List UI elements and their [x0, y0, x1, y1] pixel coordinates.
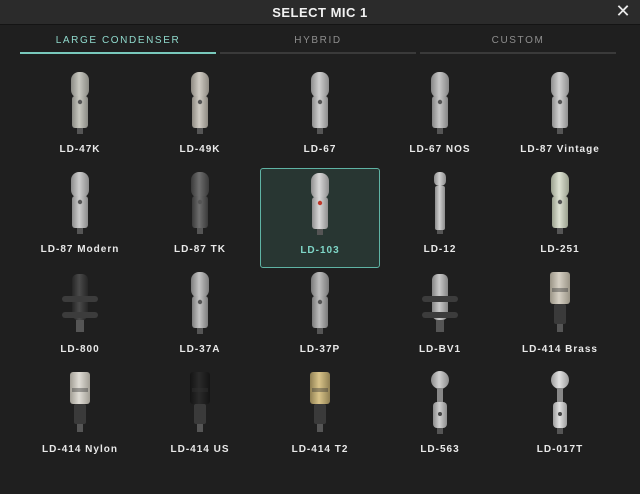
mic-label: LD-12	[423, 244, 457, 255]
tube-mic-icon	[290, 264, 350, 336]
mic-label: LD-103	[300, 245, 340, 256]
mic-label: LD-414 Brass	[522, 344, 598, 355]
tube-mic-icon	[290, 165, 350, 237]
mic-label: LD-414 US	[170, 444, 230, 455]
ball-head-mic-icon	[530, 364, 590, 436]
mic-option-ld-800[interactable]: LD-800	[20, 264, 140, 364]
mic-label: LD-87 Modern	[40, 244, 120, 255]
mic-option-ld-103[interactable]: LD-103	[260, 168, 380, 268]
mic-label: LD-414 Nylon	[42, 444, 118, 455]
square-head-mic-icon	[50, 364, 110, 436]
close-icon[interactable]: ✕	[614, 2, 632, 20]
square-head-mic-icon	[290, 364, 350, 436]
mic-option-ld-414-us[interactable]: LD-414 US	[140, 364, 260, 464]
mic-label: LD-49K	[179, 144, 221, 155]
mic-label: LD-47K	[59, 144, 101, 155]
mic-option-ld-87-modern[interactable]: LD-87 Modern	[20, 164, 140, 264]
tab-large-condenser[interactable]: LARGE CONDENSER	[20, 28, 216, 54]
mic-option-ld-414-t2[interactable]: LD-414 T2	[260, 364, 380, 464]
tube-mic-icon	[170, 164, 230, 236]
mic-label: LD-BV1	[418, 344, 462, 355]
tube-mic-icon	[410, 64, 470, 136]
ball-head-mic-icon	[410, 364, 470, 436]
mic-label: LD-37A	[179, 344, 221, 355]
tab-hybrid[interactable]: HYBRID	[220, 28, 416, 54]
window-title: SELECT MIC 1	[272, 4, 368, 20]
mic-option-ld-414-brass[interactable]: LD-414 Brass	[500, 264, 620, 364]
mic-grid: LD-47K LD-49K LD-67 LD-67 NOS LD-87 Vint…	[20, 64, 620, 464]
mic-label: LD-414 T2	[291, 444, 349, 455]
mic-option-ld-87-tk[interactable]: LD-87 TK	[140, 164, 260, 264]
square-head-mic-icon	[530, 264, 590, 336]
tube-mic-icon	[290, 64, 350, 136]
mic-option-ld-251[interactable]: LD-251	[500, 164, 620, 264]
mic-option-ld-67[interactable]: LD-67	[260, 64, 380, 164]
shockmount-mic-icon	[50, 264, 110, 336]
tube-mic-icon	[170, 264, 230, 336]
mic-option-ld-12[interactable]: LD-12	[380, 164, 500, 264]
mic-option-ld-563[interactable]: LD-563	[380, 364, 500, 464]
tab-custom[interactable]: CUSTOM	[420, 28, 616, 54]
mic-label: LD-87 Vintage	[520, 144, 600, 155]
mic-label: LD-87 TK	[174, 244, 226, 255]
tube-mic-icon	[170, 64, 230, 136]
mic-option-ld-414-nylon[interactable]: LD-414 Nylon	[20, 364, 140, 464]
tube-mic-icon	[530, 164, 590, 236]
mic-label: LD-563	[420, 444, 460, 455]
mic-category-tabs: LARGE CONDENSER HYBRID CUSTOM	[20, 28, 616, 54]
mic-option-ld-017t[interactable]: LD-017T	[500, 364, 620, 464]
mic-label: LD-67 NOS	[409, 144, 471, 155]
mic-option-ld-bv1[interactable]: LD-BV1	[380, 264, 500, 364]
mic-label: LD-017T	[536, 444, 584, 455]
mic-label: LD-37P	[299, 344, 341, 355]
mic-option-ld-37a[interactable]: LD-37A	[140, 264, 260, 364]
mic-option-ld-87-vintage[interactable]: LD-87 Vintage	[500, 64, 620, 164]
slim-mic-icon	[410, 164, 470, 236]
tube-mic-icon	[50, 164, 110, 236]
tube-mic-icon	[530, 64, 590, 136]
mic-label: LD-67	[303, 144, 337, 155]
mic-label: LD-251	[540, 244, 580, 255]
tube-mic-icon	[50, 64, 110, 136]
mic-option-ld-49k[interactable]: LD-49K	[140, 64, 260, 164]
shockmount-mic-icon	[410, 264, 470, 336]
square-head-mic-icon	[170, 364, 230, 436]
mic-option-ld-67-nos[interactable]: LD-67 NOS	[380, 64, 500, 164]
mic-option-ld-37p[interactable]: LD-37P	[260, 264, 380, 364]
mic-option-ld-47k[interactable]: LD-47K	[20, 64, 140, 164]
title-bar: SELECT MIC 1 ✕	[0, 0, 640, 25]
mic-label: LD-800	[60, 344, 100, 355]
